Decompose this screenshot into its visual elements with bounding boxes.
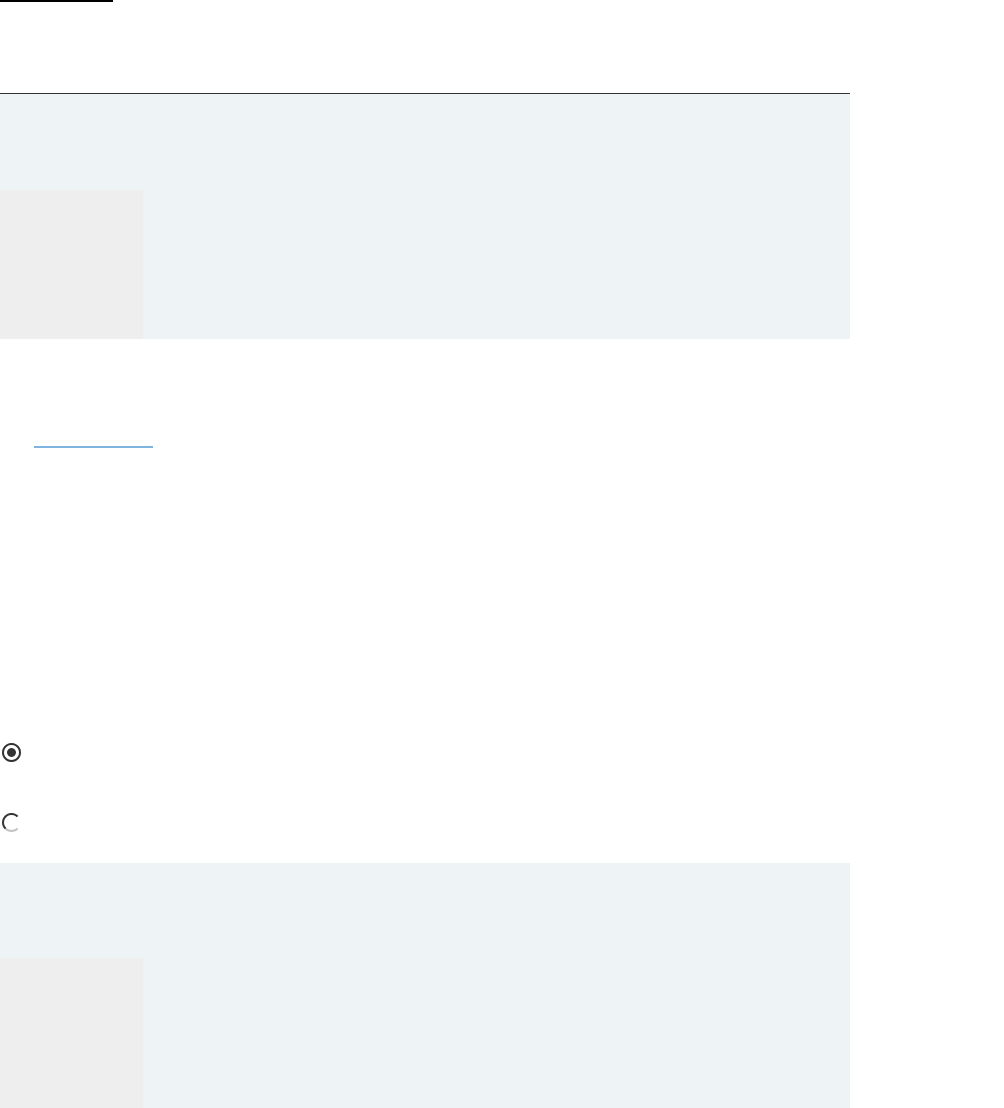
radio-option-1[interactable]	[2, 743, 21, 762]
radio-option-2[interactable]	[2, 813, 21, 832]
top-divider-block	[0, 0, 113, 2]
placeholder-block-1	[0, 190, 143, 339]
placeholder-block-2	[0, 958, 143, 1108]
link-underline[interactable]	[34, 446, 153, 448]
